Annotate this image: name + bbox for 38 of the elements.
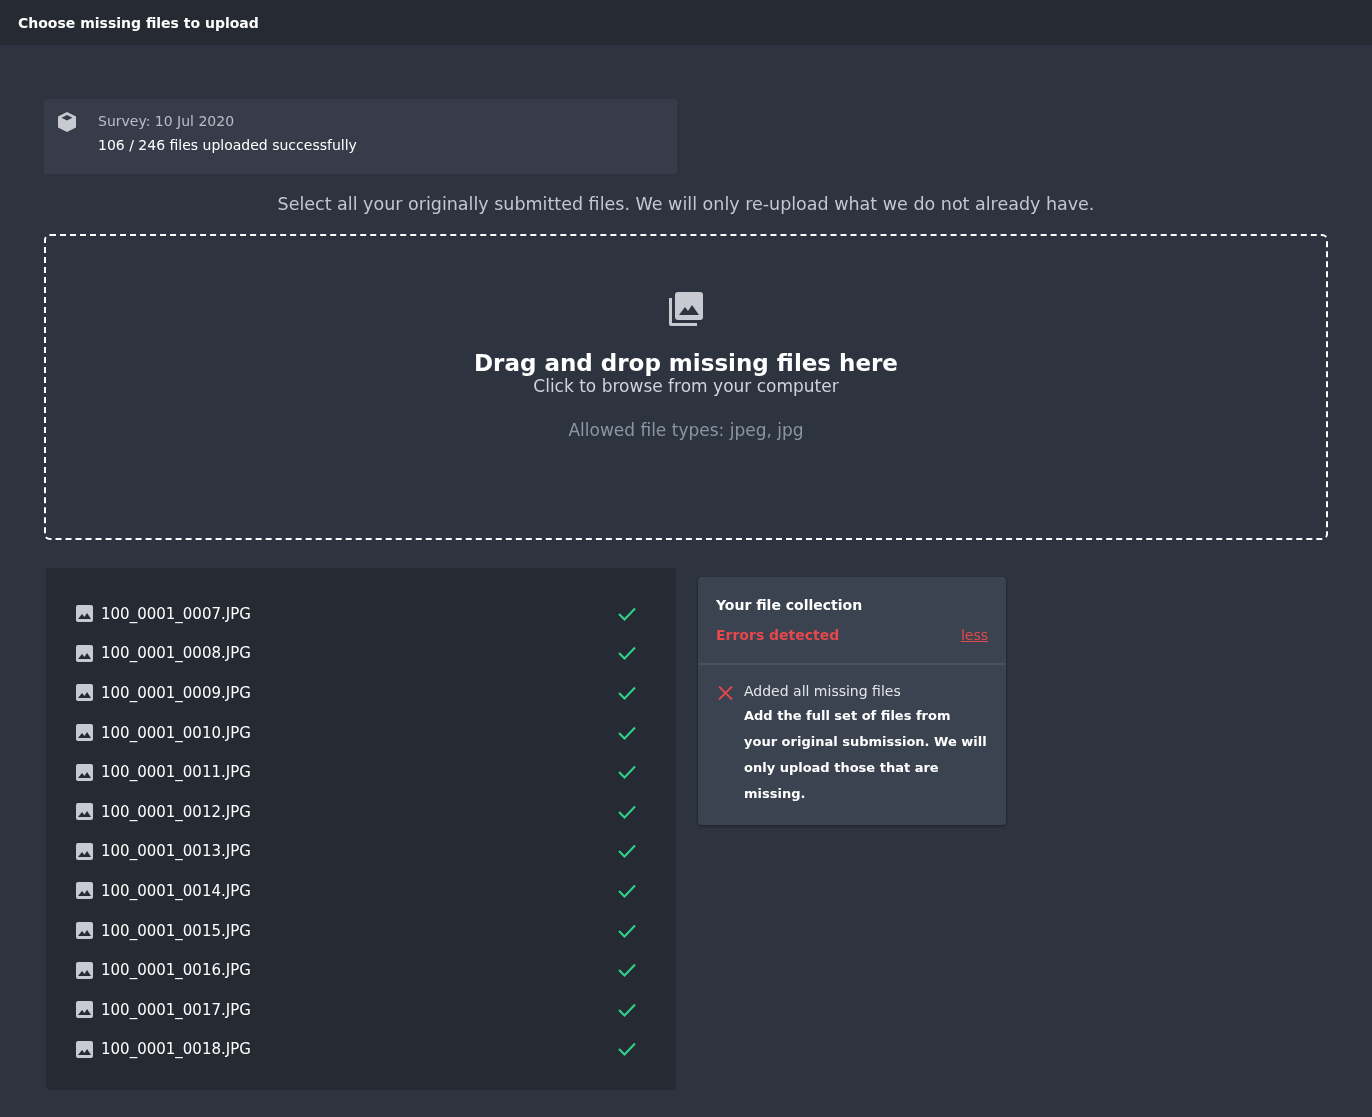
file-name: 100_0001_0016.JPG [101, 961, 252, 980]
image-icon [76, 882, 93, 900]
file-name: 100_0001_0008.JPG [101, 644, 252, 663]
image-icon [76, 644, 93, 662]
file-name: 100_0001_0018.JPG [101, 1040, 252, 1059]
file-name: 100_0001_0011.JPG [101, 763, 252, 782]
allowed-types: Allowed file types: jpeg, jpg [568, 420, 804, 440]
image-icon [76, 763, 93, 781]
file-name: 100_0001_0015.JPG [101, 921, 252, 940]
file-name: 100_0001_0013.JPG [101, 842, 252, 861]
file-name: 100_0001_0012.JPG [101, 802, 252, 821]
instruction-text: Select all your originally submitted files. We will only re-upload what we do not already have. [276, 194, 1096, 214]
file-name: 100_0001_0014.JPG [101, 881, 252, 900]
file-name: 100_0001_0009.JPG [101, 684, 252, 702]
browse-hint: Click to browse from your computer [533, 376, 839, 396]
page-title: Choose missing files to upload [18, 14, 259, 31]
image-icon [76, 1040, 93, 1058]
image-icon [76, 922, 93, 940]
image-icon [76, 684, 93, 702]
image-icon [76, 961, 93, 979]
image-icon [76, 605, 93, 623]
survey-title: Survey: 10 Jul 2020 [98, 113, 236, 129]
upload-status: 106 / 246 files uploaded successfully [98, 137, 357, 153]
image-icon [76, 842, 93, 860]
image-icon [76, 724, 93, 742]
panel-title: Your file collection [716, 597, 864, 613]
drop-zone[interactable]: Drag and drop missing files here Click to browse from your computer Allowed file types: jpeg, jpg [44, 234, 1328, 540]
check-detail: Add the full set of files from your original submission. We will only upload those that are missing. [744, 707, 988, 803]
image-icon [76, 1001, 93, 1019]
check-label: Added all missing files [744, 683, 902, 699]
file-name: 100_0001_0017.JPG [101, 1000, 252, 1019]
cube-icon [56, 111, 78, 133]
file-name: 100_0001_0007.JPG [101, 604, 252, 623]
drop-title: Drag and drop missing files here [474, 350, 898, 376]
file-name: 100_0001_0010.JPG [101, 723, 252, 742]
error-status: Errors detected [716, 627, 840, 643]
image-icon [76, 803, 93, 821]
images-icon [667, 290, 705, 328]
